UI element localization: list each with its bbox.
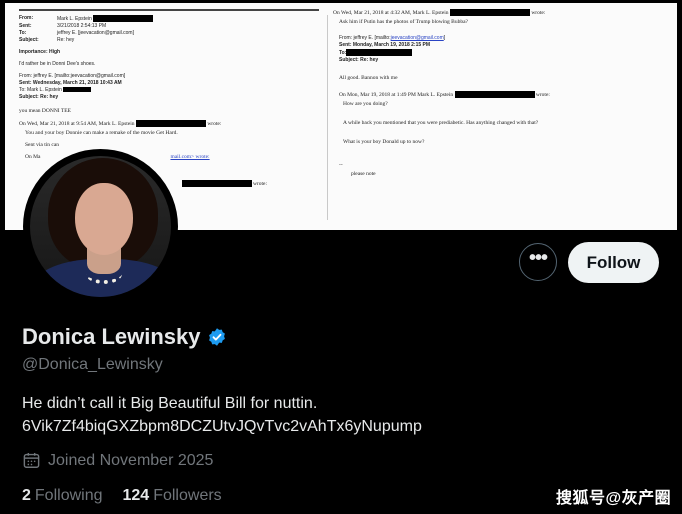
joined-label: Joined November 2025 bbox=[48, 451, 214, 469]
avatar-image bbox=[30, 156, 171, 297]
email-line: On Mon, Mar 19, 2018 at 1:49 PM Mark L. … bbox=[339, 91, 550, 99]
redaction-bar bbox=[135, 120, 206, 128]
email-line: Ask him if Putin has the photos of Trump… bbox=[339, 19, 468, 25]
following-label: Following bbox=[34, 487, 103, 504]
email-line: you mean DONNI TEE bbox=[19, 107, 71, 114]
header-row: Subject: Re: hey bbox=[19, 36, 75, 43]
quoted-header-line: To: Mark L. Epstein bbox=[19, 87, 319, 94]
following-count: 2 bbox=[22, 487, 31, 504]
email-line: You and your boy Donnie can make a remak… bbox=[25, 129, 178, 136]
followers-link[interactable]: 124 Followers bbox=[123, 487, 222, 505]
header-row: From: Mark L. Epstein bbox=[19, 15, 319, 23]
redaction-bar bbox=[346, 49, 413, 56]
email-line: What is your boy Donald up to now? bbox=[343, 138, 425, 145]
email-line: To: bbox=[333, 49, 673, 57]
email-line: On Wed, Mar 21, 2018 at 9:54 AM, Mark L.… bbox=[19, 120, 222, 128]
avatar[interactable] bbox=[23, 149, 178, 304]
header-row: To: jeffrey E. [jeevacation@gmail.com] bbox=[19, 29, 134, 36]
quoted-header-line: Subject: Re: hey bbox=[19, 93, 59, 100]
bio-line: 6Vik7Zf4biqGXZbpm8DCZUtvJQvTvc2vAhTx6yNu… bbox=[22, 418, 422, 435]
profile-stats: 2 Following 124 Followers bbox=[22, 487, 242, 505]
redaction-bar bbox=[93, 15, 154, 22]
quoted-header-line: From: jeffrey E. [mailto:jeevacation@gma… bbox=[19, 72, 126, 79]
top-rule bbox=[19, 9, 319, 11]
calendar-icon bbox=[23, 452, 40, 468]
more-options-button[interactable]: ••• bbox=[519, 243, 557, 281]
bio-line: He didn’t call it Big Beautiful Bill for… bbox=[22, 395, 318, 412]
watermark: 搜狐号@灰产圈 bbox=[556, 490, 672, 507]
email-line: From: jeffrey E. [mailto:jeevacation@gma… bbox=[339, 35, 446, 41]
email-line: Sent via tin can bbox=[25, 141, 60, 148]
email-line: On Wed, Mar 21, 2018 at 4:32 AM, Mark L.… bbox=[333, 9, 546, 17]
display-name: Donica Lewinsky bbox=[22, 324, 201, 349]
redaction-bar bbox=[181, 180, 252, 188]
quoted-header-line: Sent: Wednesday, March 21, 2018 10:43 AM bbox=[19, 79, 122, 86]
redaction-bar bbox=[454, 91, 535, 99]
more-icon: ••• bbox=[528, 247, 548, 269]
email-line: All good. Bannon with me bbox=[339, 74, 398, 81]
joined-date: Joined November 2025 bbox=[22, 451, 213, 470]
profile-handle: @Donica_Lewinsky bbox=[22, 356, 163, 373]
following-link[interactable]: 2 Following bbox=[22, 487, 103, 505]
header-row: Sent: 3/21/2018 2:54:13 PM bbox=[19, 22, 107, 29]
redaction-bar bbox=[449, 9, 530, 17]
profile-bio: He didn’t call it Big Beautiful Bill for… bbox=[22, 392, 422, 438]
redaction-bar bbox=[63, 87, 92, 92]
followers-count: 124 bbox=[122, 487, 150, 504]
email-line: Subject: Re: hey bbox=[339, 56, 379, 63]
importance-line: Importance: High bbox=[19, 48, 61, 55]
followers-label: Followers bbox=[153, 487, 222, 504]
email-line: -- bbox=[339, 161, 343, 168]
email-line: Sent: Monday, March 19, 2018 2:15 PM bbox=[339, 42, 431, 48]
email-line: please note bbox=[351, 170, 376, 177]
verified-badge-icon[interactable] bbox=[207, 327, 227, 347]
email-right-column: On Wed, Mar 21, 2018 at 4:32 AM, Mark L.… bbox=[333, 9, 673, 179]
email-line: A while back you mentioned that you were… bbox=[343, 119, 539, 126]
follow-button[interactable]: Follow bbox=[568, 242, 659, 283]
email-line: I'd rather be in Donni Dee's shoes. bbox=[19, 60, 96, 67]
banner-column-divider bbox=[327, 15, 328, 220]
profile-name-row: Donica Lewinsky bbox=[22, 324, 227, 350]
email-line: How are you doing? bbox=[343, 100, 388, 107]
